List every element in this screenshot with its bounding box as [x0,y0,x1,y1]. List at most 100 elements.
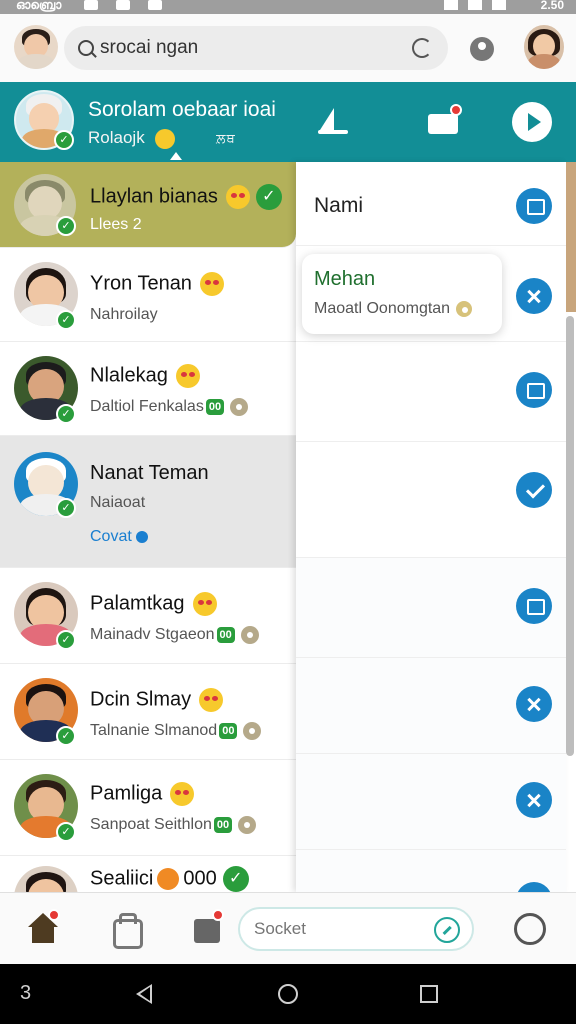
chat-name-text: Sealiici [90,867,154,890]
love-emoji-icon [175,364,200,388]
settings-icon[interactable] [514,913,546,945]
nav-label: 3 [20,982,32,1004]
contact-popup-card[interactable]: Mehan Maoatl Oonomgtan [302,254,502,334]
status-dot-icon [243,722,262,740]
background-edge [566,162,576,312]
chat-row[interactable]: ✓ Yron Tenan Nahroilay [0,248,296,342]
chat-row[interactable]: Sealiici 000 ✓ [0,856,296,892]
chat-name: Sealiici 000 ✓ [90,866,249,892]
package-notification-dot [212,909,224,921]
contact-avatar[interactable] [524,25,564,69]
drawer-header: Nami [296,162,566,246]
chat-row[interactable]: ✓ Palamtkag Mainadv Stgaeon 00 [0,568,296,664]
scrollbar[interactable] [566,316,574,756]
drawer-row [296,754,566,850]
system-nav-bar: 3 [0,964,576,1024]
back-icon[interactable] [136,984,152,1004]
home-notification-dot [48,909,60,921]
drawer-row [296,342,566,442]
chat-link-text: Covat [90,528,132,545]
send-icon[interactable] [434,917,460,943]
chat-preview: Sanpoat Seithlon 00 [90,816,257,834]
love-emoji-icon [225,185,250,209]
chat-name-tag: 000 [183,867,217,890]
top-bar [0,14,576,82]
chat-row[interactable]: ✓ Dcin Slmay Talnanie Slmanod 00 [0,664,296,760]
check-icon: ✓ [255,184,282,210]
drawer-row [296,658,566,754]
shop-bag-icon[interactable] [110,913,143,949]
chat-preview-text: Daltiol Fenkalas [90,398,204,416]
drawer-row [296,850,566,892]
status-dot-icon [230,398,249,416]
chat-name: Nanat Teman [90,462,209,484]
count-tag: 00 [219,723,238,739]
count-tag: 00 [205,399,225,415]
refresh-icon[interactable] [412,38,432,58]
chat-row[interactable]: ✓ Nanat Teman Naiaoat Covat [0,436,296,568]
chat-row[interactable]: ✓ Pamliga Sanpoat Seithlon 00 [0,760,296,856]
my-avatar[interactable] [14,25,58,69]
chat-list: ✓ Llaylan bianas ✓ Llees 2 ✓ Yron Tenan N… [0,162,296,892]
chat-link[interactable]: Covat [90,528,149,546]
chat-row[interactable]: ✓ Llaylan bianas ✓ Llees 2 [0,162,296,248]
chat-name-text: Dcin Slmay [90,688,192,711]
chat-name: Palamtkag [90,592,217,616]
love-emoji-icon [199,272,224,296]
chat-name: Yron Tenan [90,272,224,296]
chat-name: Pamliga [90,782,195,806]
chat-name: Nlalekag [90,364,200,388]
pin-action-icon[interactable] [516,686,552,722]
close-icon[interactable] [516,278,552,314]
smile-emoji-icon [155,128,176,149]
signal-icon [468,0,482,10]
inbox-icon[interactable] [516,188,552,224]
more-action-icon[interactable] [516,882,552,892]
status-dot-icon [238,816,257,834]
notification-icon [148,0,162,10]
chat-preview-text: Sanpoat Seithlon [90,816,212,834]
share-icon[interactable] [516,372,552,408]
group-subtitle: Rolaojk ਲ਼ਥ [88,128,236,149]
group-subtitle-text: Rolaojk [88,128,145,147]
check-circle-icon[interactable] [516,472,552,508]
status-dot-icon [456,300,473,317]
group-title: Sorolam oebaar ioai [88,98,276,121]
chat-preview: Naiaoat [90,494,146,511]
play-icon[interactable] [512,102,552,142]
online-check-icon: ✓ [56,310,76,330]
search-input[interactable] [100,37,400,59]
group-header[interactable]: ✓ Sorolam oebaar ioai Rolaojk ਲ਼ਥ [0,82,576,162]
status-bar: ഓബ്രൊ 2.50 [0,0,576,14]
popup-subtitle-text: Maoatl Oonomgtan [314,300,451,317]
chat-name-text: Pamliga [90,782,163,805]
recents-icon[interactable] [420,985,438,1003]
sail-icon[interactable] [316,104,352,140]
chat-preview: Talnanie Slmanod 00 [90,722,262,740]
search-bar[interactable] [64,26,448,70]
home-square-icon[interactable] [516,588,552,624]
flag-action-icon[interactable] [516,782,552,818]
profile-icon[interactable] [470,37,494,61]
home-circle-icon[interactable] [278,984,298,1004]
drawer-title: Nami [314,194,364,217]
bottom-bar [0,892,576,964]
check-icon: ✓ [222,866,249,892]
drawer-row [296,558,566,658]
fire-emoji-icon [157,868,180,890]
gift-icon[interactable] [426,104,462,140]
system-icons [444,0,506,10]
chat-name-text: Llaylan bianas [90,185,218,208]
chat-avatar [14,866,78,892]
chat-name-text: Yron Tenan [90,272,192,295]
online-check-icon: ✓ [56,404,76,424]
message-compose[interactable] [238,907,474,951]
verified-check-icon: ✓ [54,130,74,150]
message-input[interactable] [254,919,414,939]
love-emoji-icon [199,688,224,712]
online-check-icon: ✓ [56,216,76,236]
notification-icons [84,0,162,10]
online-check-icon: ✓ [56,726,76,746]
chat-row[interactable]: ✓ Nlalekag Daltiol Fenkalas 00 [0,342,296,436]
header-caret-icon [170,152,182,160]
